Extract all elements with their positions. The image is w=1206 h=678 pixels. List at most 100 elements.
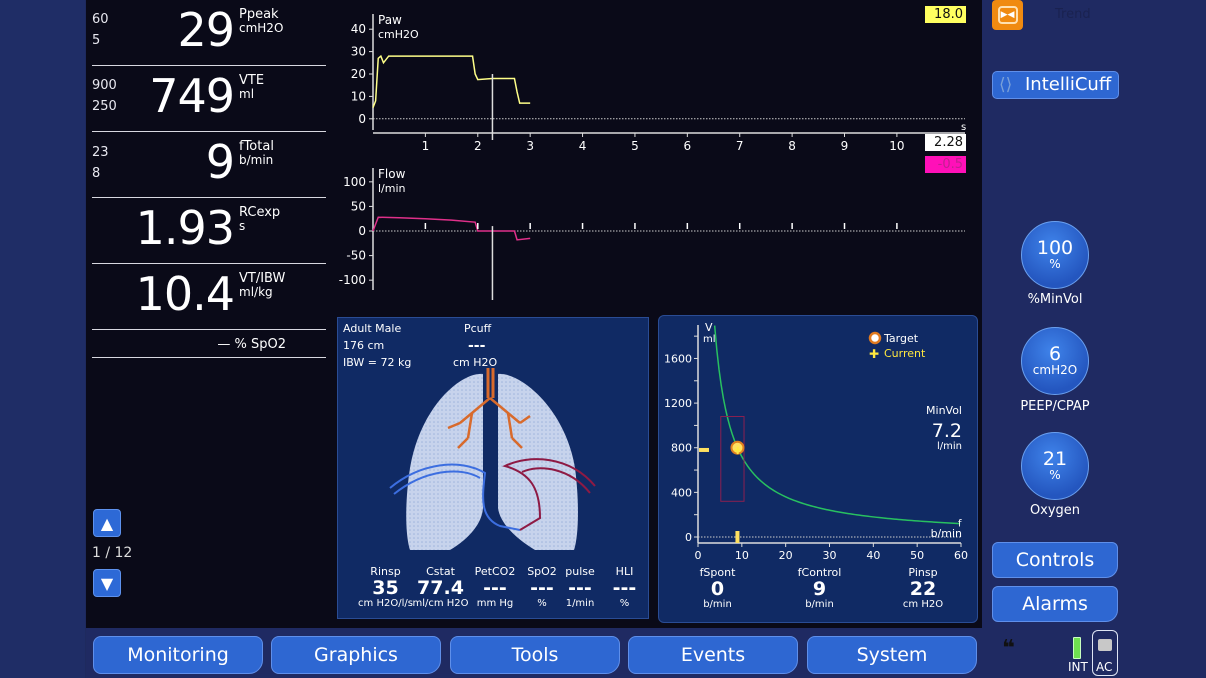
freeze-button[interactable]: ▶◀ [992, 0, 1023, 30]
chart-title: Flow [378, 167, 406, 181]
x-tick-label: 5 [631, 139, 639, 153]
param-value: 0 [710, 578, 725, 600]
nav-tools[interactable]: Tools [450, 636, 620, 674]
knob-oxygen[interactable]: 21 % [1021, 432, 1089, 500]
monitor-ppeak[interactable]: 60 5 29 Ppeak cmH2O [92, 0, 326, 66]
asv-y-tick-label: 400 [671, 486, 692, 499]
asv-y-tick-label: 1600 [664, 352, 692, 365]
page-indicator: 1 / 12 [92, 545, 133, 561]
flow-graph: Flowl/min 100 50 0 -50 -100 [339, 167, 965, 300]
monitor-rcexp[interactable]: 1.93 RCexp s [92, 198, 326, 264]
right-lung [498, 373, 578, 550]
asv-x-unit: b/min [931, 527, 962, 540]
asv-y-tick-label: 0 [685, 531, 692, 544]
param-value: 9 [812, 578, 827, 600]
low-limit: 8 [92, 166, 101, 181]
minvol-unit: l/min [937, 441, 962, 452]
pcuff-value: --- [468, 338, 486, 354]
monitor-name: VTE [239, 73, 265, 88]
waveform-line [372, 216, 531, 241]
param-value: --- [568, 577, 592, 599]
asv-fspont: fSpont 0 b/min [690, 566, 745, 610]
page-down-button[interactable]: ▼ [93, 569, 121, 597]
monitor-unit: cmH2O [239, 21, 284, 35]
x-tick-label: 1 [422, 139, 430, 153]
ac-power-indicator: AC [1092, 630, 1118, 676]
waveform-line [372, 54, 531, 108]
asv-y-tick-label: 1200 [664, 397, 692, 410]
plug-icon [1098, 639, 1112, 651]
current-legend-icon: ✚ [869, 347, 879, 361]
chart-unit: l/min [378, 182, 406, 195]
spo2-label: % SpO2 [234, 337, 287, 352]
x-unit-label: s [961, 122, 966, 133]
intellicuff-label: IntelliCuff [1025, 74, 1112, 95]
chart-unit: cmH2O [378, 28, 419, 41]
monitor-spo2[interactable]: — % SpO2 [92, 330, 326, 358]
safety-frame [720, 415, 745, 502]
high-limit: 60 [92, 12, 109, 27]
intellicuff-button[interactable]: ⟨⟩ IntelliCuff [992, 71, 1119, 99]
power-int-label: INT [1068, 660, 1088, 674]
knob-unit: % [1049, 257, 1061, 271]
monitor-unit: s [239, 219, 246, 233]
alarms-button[interactable]: Alarms [992, 586, 1118, 622]
asv-x-tick-label: 50 [910, 549, 924, 562]
y-tick-label: 0 [358, 112, 366, 126]
y-tick-label: 10 [351, 89, 366, 103]
patient-gender: Adult Male [343, 322, 402, 335]
left-edge-bar [0, 0, 85, 678]
chart-title: Paw [378, 13, 402, 27]
monitor-value: 10.4 [135, 267, 235, 321]
monitor-vte[interactable]: 900 250 749 VTE ml [92, 66, 326, 132]
nav-monitoring[interactable]: Monitoring [93, 636, 263, 674]
monitor-value: 29 [177, 3, 235, 57]
monitor-unit: ml [239, 87, 255, 101]
battery-icon [1073, 637, 1081, 659]
nav-system[interactable]: System [807, 636, 977, 674]
lung-param-petco2: PetCO2 --- mm Hg [470, 565, 520, 609]
minvol-label: MinVol [926, 404, 962, 417]
controls-button[interactable]: Controls [992, 542, 1118, 578]
y-tick-label: 100 [343, 175, 366, 189]
asv-y-label: V [705, 321, 713, 334]
high-limit: 900 [92, 78, 117, 93]
target-legend-icon [868, 331, 882, 345]
patient-height: 176 cm [343, 339, 385, 352]
param-unit: % [537, 598, 547, 609]
y-tick-label: 50 [351, 199, 366, 213]
asv-graph: V ml 0400800120016000 10 20 30 40 50 60f✚ Targ… [664, 321, 968, 562]
current-f-marker [735, 531, 740, 543]
monitor-name: RCexp [239, 205, 281, 220]
y-tick-label: 0 [358, 224, 366, 238]
param-value: 22 [909, 578, 937, 600]
param-unit: % [619, 598, 630, 609]
low-limit: 5 [92, 33, 101, 48]
power-ac-label: AC [1096, 660, 1113, 674]
page-up-button[interactable]: ▲ [93, 509, 121, 537]
monitor-ftotal[interactable]: 23 8 9 fTotal b/min [92, 132, 326, 198]
param-unit: b/min [805, 599, 834, 610]
x-tick-label: 2 [474, 139, 482, 153]
asv-y-unit: ml [703, 334, 716, 345]
knob-label: Oxygen [1029, 503, 1081, 518]
lung-param-spo2: SpO2 --- % [522, 565, 562, 609]
triangle-down-icon: ▼ [100, 573, 114, 593]
lung-param-hli: HLI --- % [607, 565, 642, 609]
x-tick-label: 8 [788, 139, 796, 153]
monitor-name: fTotal [239, 139, 274, 154]
asv-x-tick-label: 0 [695, 549, 702, 562]
nav-events[interactable]: Events [628, 636, 798, 674]
y-tick-label: 40 [351, 22, 366, 36]
legend-current: Current [884, 347, 926, 360]
nav-graphics[interactable]: Graphics [271, 636, 441, 674]
knob-minvol[interactable]: 100 % [1021, 221, 1089, 289]
knob-peep[interactable]: 6 cmH2O [1021, 327, 1089, 395]
knob-value: 6 [1048, 343, 1062, 365]
high-limit: 23 [92, 145, 109, 160]
y-tick-label: -50 [346, 249, 366, 263]
y-tick-label: -100 [339, 273, 366, 287]
x-tick-label: 10 [889, 139, 904, 153]
monitor-vt-ibw[interactable]: 10.4 VT/IBW ml/kg [92, 264, 326, 330]
paw-graph: PawcmH2O 40 30 20 10 0 1 2 3 4 5 6 7 8 9 10 s [351, 13, 967, 153]
